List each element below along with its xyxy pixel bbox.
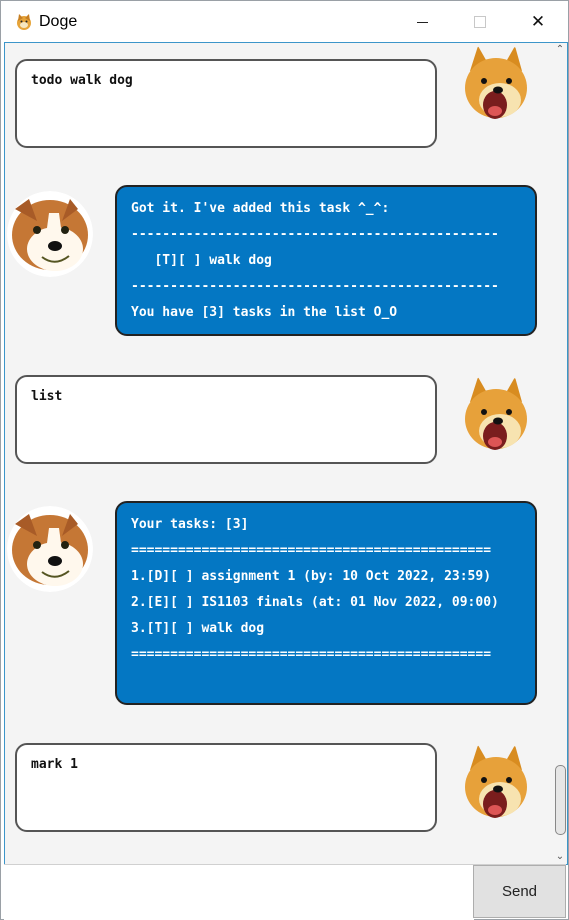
message-line: Your tasks: [3]	[131, 517, 249, 532]
close-button[interactable]: ✕	[515, 1, 561, 43]
message-line: 2.[E][ ] IS1103 finals (at: 01 Nov 2022,…	[131, 595, 499, 610]
user-message-bubble: mark 1	[15, 743, 437, 832]
message-line: ----------------------------------------…	[131, 279, 499, 294]
message-line: ----------------------------------------…	[131, 227, 499, 242]
vertical-scrollbar[interactable]: ⌃ ⌄	[553, 43, 567, 864]
doge-avatar-icon	[453, 374, 539, 460]
doge-avatar-icon	[453, 742, 539, 828]
window-title: Doge	[39, 13, 78, 30]
maximize-icon	[474, 16, 486, 28]
maximize-button[interactable]	[457, 1, 503, 43]
chat-scroll-pane[interactable]: todo walk dog Got it. I've added this ta…	[4, 42, 568, 865]
scroll-down-icon[interactable]: ⌄	[553, 850, 567, 864]
doge-app-icon	[17, 14, 31, 30]
input-area: Send	[4, 864, 566, 920]
message-line: ========================================…	[131, 647, 492, 662]
app-window: Doge ✕ todo walk dog Got it. I've added …	[0, 0, 569, 920]
send-button[interactable]: Send	[473, 865, 566, 918]
message-line: [T][ ] walk dog	[131, 253, 272, 268]
minimize-icon	[416, 21, 428, 23]
message-input[interactable]	[4, 865, 474, 920]
message-line: You have [3] tasks in the list O_O	[131, 305, 398, 320]
corgi-avatar-icon	[7, 506, 93, 592]
bot-message-bubble: Your tasks: [3] =========================…	[115, 501, 537, 705]
message-line: list	[31, 389, 63, 404]
user-message-bubble: todo walk dog	[15, 59, 437, 148]
message-line: 1.[D][ ] assignment 1 (by: 10 Oct 2022, …	[131, 569, 492, 584]
message-line: ========================================…	[131, 543, 492, 558]
user-message-bubble: list	[15, 375, 437, 464]
bot-message-bubble: Got it. I've added this task ^_^: -------…	[115, 185, 537, 336]
corgi-avatar-icon	[7, 191, 93, 277]
minimize-button[interactable]	[399, 1, 445, 43]
scroll-thumb[interactable]	[555, 765, 566, 835]
message-line: Got it. I've added this task ^_^:	[131, 201, 390, 216]
message-line: 3.[T][ ] walk dog	[131, 621, 265, 636]
close-icon: ✕	[530, 11, 546, 32]
message-line: todo walk dog	[31, 73, 133, 88]
message-line: mark 1	[31, 757, 78, 772]
scroll-up-icon[interactable]: ⌃	[553, 43, 567, 57]
title-bar[interactable]: Doge ✕	[1, 1, 568, 43]
doge-avatar-icon	[453, 43, 539, 129]
